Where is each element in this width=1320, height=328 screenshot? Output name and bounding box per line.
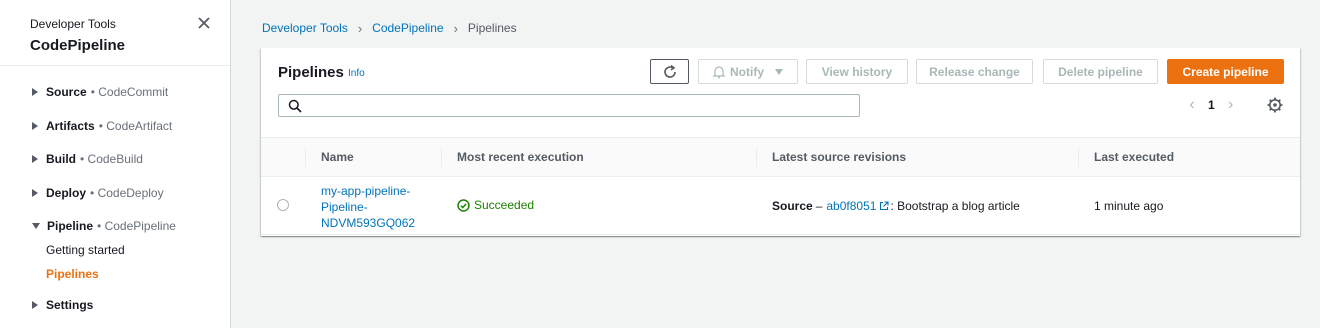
sidebar-group-sub: • CodeBuild <box>80 152 143 167</box>
chevron-left-icon[interactable]: ‹ <box>1182 95 1202 115</box>
column-divider <box>441 148 442 167</box>
last-executed: 1 minute ago <box>1094 199 1164 213</box>
sidebar-group-pipeline[interactable]: Pipeline • CodePipeline <box>0 216 230 236</box>
caret-right-icon <box>32 121 38 130</box>
revision-id-link[interactable]: ab0f8051 <box>826 199 876 213</box>
table-row: my-app-pipeline-Pipeline-NDVM593GQ062 Su… <box>261 177 1300 235</box>
chevron-right-icon: › <box>453 20 458 36</box>
execution-status: Succeeded <box>457 198 534 212</box>
breadcrumb-codepipeline[interactable]: CodePipeline <box>372 21 443 35</box>
create-pipeline-button[interactable]: Create pipeline <box>1167 59 1284 84</box>
row-select-radio[interactable] <box>277 199 289 211</box>
sidebar-group-label: Artifacts <box>46 118 95 133</box>
source-dash: – <box>815 199 823 213</box>
sidebar-group-sub: • CodePipeline <box>97 219 176 234</box>
breadcrumb-current: Pipelines <box>467 21 517 35</box>
sidebar-group-artifacts[interactable]: Artifacts • CodeArtifact <box>0 116 230 136</box>
table-header: Name Most recent execution Latest source… <box>261 137 1300 177</box>
sidebar-group-sub: • CodeCommit <box>90 85 169 99</box>
sidebar-item-pipelines[interactable]: Pipelines <box>0 264 230 284</box>
chevron-right-icon: › <box>357 20 363 36</box>
notify-label: Notify <box>730 64 764 79</box>
side-navigation: Developer Tools CodePipeline Source • Co… <box>0 0 231 328</box>
caret-right-icon <box>32 188 38 197</box>
column-header-last-executed[interactable]: Last executed <box>1094 138 1174 176</box>
search-input[interactable] <box>307 97 852 114</box>
sidebar-group-sub: • CodeDeploy <box>90 185 164 200</box>
sidebar-group-label: Pipeline <box>47 219 94 234</box>
column-header-name[interactable]: Name <box>321 138 354 176</box>
caret-right-icon <box>32 88 38 96</box>
pipeline-name-link[interactable]: my-app-pipeline-Pipeline-NDVM593GQ062 <box>321 183 431 231</box>
sidebar-group-deploy[interactable]: Deploy • CodeDeploy <box>0 183 230 203</box>
caret-down-icon <box>775 68 783 75</box>
column-header-most-recent-execution[interactable]: Most recent execution <box>457 138 584 176</box>
main-content: Developer Tools › CodePipeline › Pipelin… <box>231 0 1320 328</box>
sidebar-group-sub: • CodeArtifact <box>98 118 173 133</box>
bell-icon <box>712 65 726 78</box>
caret-right-icon <box>32 301 38 310</box>
delete-pipeline-button[interactable]: Delete pipeline <box>1043 59 1158 84</box>
sidebar-group-label: Build <box>46 152 76 167</box>
sidebar-service-name: Developer Tools <box>30 17 116 31</box>
source-revision: Source – ab0f8051 : Bootstrap a blog art… <box>772 199 1020 213</box>
page-number[interactable]: 1 <box>1208 98 1215 112</box>
sidebar-group-label: Deploy <box>46 185 87 200</box>
sidebar-item-getting-started[interactable]: Getting started <box>0 240 230 260</box>
sidebar-nav: Source • CodeCommit Artifacts • CodeArti… <box>0 66 230 315</box>
column-divider <box>756 148 757 167</box>
pipelines-panel: Pipelines Info Notify View history Relea… <box>261 48 1300 236</box>
external-link-icon[interactable] <box>879 201 889 211</box>
caret-right-icon <box>32 155 38 164</box>
sidebar-group-build[interactable]: Build • CodeBuild <box>0 149 230 169</box>
notify-button[interactable]: Notify <box>698 59 798 84</box>
panel-title: Pipelines <box>278 64 344 81</box>
revision-message: : Bootstrap a blog article <box>890 199 1020 213</box>
view-history-button[interactable]: View history <box>806 59 908 84</box>
refresh-button[interactable] <box>650 59 689 84</box>
sidebar-group-label: Source <box>46 85 87 99</box>
sidebar-group-label: Settings <box>46 298 94 313</box>
breadcrumb-developer-tools[interactable]: Developer Tools <box>262 21 348 35</box>
check-circle-icon <box>457 198 470 212</box>
column-divider <box>305 148 306 167</box>
sidebar-title[interactable]: CodePipeline <box>30 37 200 54</box>
breadcrumb: Developer Tools › CodePipeline › Pipelin… <box>262 20 517 36</box>
search-icon <box>288 99 302 113</box>
chevron-right-icon[interactable]: › <box>1221 95 1241 115</box>
search-box <box>278 94 860 117</box>
close-icon[interactable] <box>194 13 214 33</box>
source-label: Source <box>772 199 813 213</box>
pagination: ‹ 1 › <box>1182 95 1241 115</box>
info-link[interactable]: Info <box>348 68 365 79</box>
sidebar-group-settings[interactable]: Settings <box>0 295 230 315</box>
release-change-button[interactable]: Release change <box>916 59 1033 84</box>
sidebar-group-source[interactable]: Source • CodeCommit <box>0 82 230 102</box>
column-divider <box>1078 148 1079 167</box>
sidebar-header: Developer Tools CodePipeline <box>0 0 230 66</box>
refresh-icon <box>663 64 676 78</box>
column-header-latest-source-revisions[interactable]: Latest source revisions <box>772 138 906 176</box>
caret-down-icon <box>32 223 40 230</box>
gear-icon[interactable] <box>1266 96 1284 114</box>
status-text: Succeeded <box>474 198 535 212</box>
